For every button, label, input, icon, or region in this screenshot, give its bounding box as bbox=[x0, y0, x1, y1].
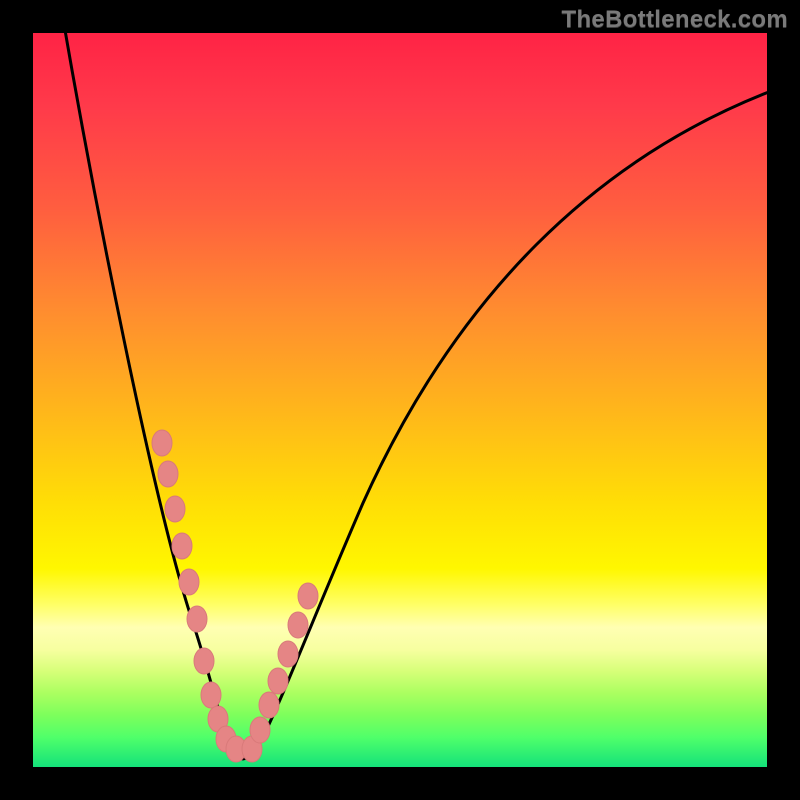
marker-dot bbox=[298, 583, 318, 609]
marker-dot bbox=[158, 461, 178, 487]
watermark-text: TheBottleneck.com bbox=[562, 6, 788, 34]
marker-dot bbox=[194, 648, 214, 674]
marker-dot bbox=[259, 692, 279, 718]
marker-dot bbox=[201, 682, 221, 708]
marker-dot bbox=[250, 717, 270, 743]
marker-dot bbox=[187, 606, 207, 632]
marker-dot bbox=[165, 496, 185, 522]
marker-dots-layer bbox=[152, 430, 318, 762]
chart-frame: TheBottleneck.com bbox=[0, 0, 800, 800]
chart-overlay bbox=[33, 33, 767, 767]
marker-dot bbox=[278, 641, 298, 667]
bottleneck-curve bbox=[62, 13, 793, 759]
marker-dot bbox=[172, 533, 192, 559]
marker-dot bbox=[288, 612, 308, 638]
marker-dot bbox=[179, 569, 199, 595]
marker-dot bbox=[268, 668, 288, 694]
marker-dot bbox=[152, 430, 172, 456]
